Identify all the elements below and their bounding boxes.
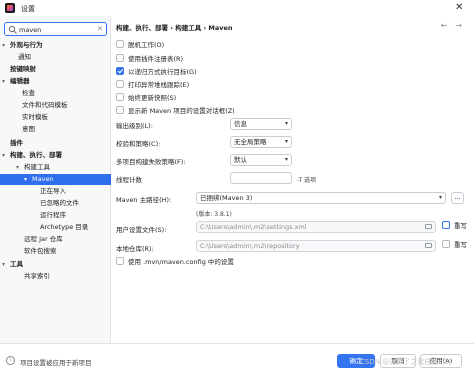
clear-search-icon[interactable]: ✕ <box>97 25 103 33</box>
checkbox[interactable] <box>116 40 124 48</box>
checkbox-print-stack-trace[interactable]: 打印异常堆栈跟踪(E) <box>116 80 189 90</box>
checkbox-checked[interactable] <box>116 67 124 75</box>
thread-count-input[interactable] <box>230 172 292 184</box>
tree-item-inspections[interactable]: 检查 <box>22 88 110 99</box>
chevron-down-icon: ▾ <box>284 120 288 127</box>
chevron-down-icon: ▾ <box>284 156 288 163</box>
browse-maven-home-button[interactable]: ... <box>451 192 464 204</box>
tree-item-editor[interactable]: ▾ 编辑器 <box>2 76 110 87</box>
checkbox[interactable] <box>442 240 450 248</box>
checkbox[interactable] <box>116 106 124 114</box>
chevron-down-icon: ▾ <box>438 194 442 201</box>
checkbox-always-update-snapshots[interactable]: 始终更新快照(S) <box>116 93 176 103</box>
tree-item-live-templates[interactable]: 实时模板 <box>22 112 110 123</box>
tree-item-file-templates[interactable]: 文件和代码模板 <box>22 100 110 111</box>
user-settings-override[interactable]: 重写 <box>442 221 467 231</box>
checkbox[interactable] <box>116 93 124 101</box>
output-level-label: 输出级别(L): <box>116 122 153 130</box>
search-value: maven <box>19 26 42 34</box>
maven-version-label: (版本: 3.8.1) <box>196 211 232 218</box>
maven-home-label: Maven 主路径(H): <box>116 196 172 204</box>
checkbox-plugin-registry[interactable]: 使用插件注册表(R) <box>116 54 183 64</box>
watermark: CSDN @这样了之我自夏行时 <box>360 358 453 366</box>
tree-item-notifications[interactable]: 通知 <box>18 52 110 63</box>
tree-item-tools[interactable]: ▾ 工具 <box>2 259 110 270</box>
back-arrow-icon[interactable]: ← <box>441 21 448 30</box>
tree-item-appearance[interactable]: ▾ 外观与行为 <box>2 40 110 51</box>
footer-hint[interactable]: 项目设置被应用于新项目 <box>20 357 92 367</box>
checksum-policy-select[interactable]: 无全局策略 ▾ <box>230 136 292 148</box>
checksum-policy-label: 校验和策略(C): <box>116 140 161 148</box>
nav-arrows: ← → <box>433 21 462 30</box>
tree-item-build-tools[interactable]: ▾ 构建工具 <box>16 162 110 173</box>
tree-item-plugins[interactable]: 插件 <box>10 138 110 149</box>
title-bar: 设置 ✕ <box>0 0 474 16</box>
tree-item-importing[interactable]: 正在导入 <box>40 186 110 197</box>
tree-item-maven[interactable]: ▾ Maven <box>0 174 111 185</box>
intellij-app-icon <box>5 3 15 13</box>
tree-item-archetype-catalogs[interactable]: Archetype 目录 <box>40 222 110 233</box>
maven-settings-panel: 构建、执行、部署 › 构建工具 › Maven ← → 脱机工作(O) 使用插件注… <box>112 16 474 343</box>
folder-icon[interactable] <box>425 224 432 229</box>
tree-item-package-search[interactable]: 软件包搜索 <box>24 246 110 257</box>
tree-item-ignored-files[interactable]: 已忽略的文件 <box>40 198 110 209</box>
forward-arrow-icon[interactable]: → <box>455 21 462 30</box>
search-icon <box>8 25 17 34</box>
tree-item-shared-indexes[interactable]: 共享索引 <box>24 271 110 282</box>
window-title: 设置 <box>21 5 35 13</box>
local-repo-override[interactable]: 重写 <box>442 240 467 250</box>
multiproject-policy-select[interactable]: 默认 ▾ <box>230 154 292 166</box>
close-icon[interactable]: ✕ <box>455 2 463 13</box>
checkbox[interactable] <box>442 221 450 229</box>
tree-item-runner[interactable]: 运行程序 <box>40 210 110 221</box>
user-settings-path[interactable]: C:\Users\admin\.m2\settings.xml <box>196 221 436 233</box>
local-repo-path[interactable]: C:\Users\admin\.m2\repository <box>196 240 436 252</box>
thread-count-label: 线程计数 <box>116 176 142 184</box>
user-settings-label: 用户设置文件(S): <box>116 226 167 234</box>
tree-item-intentions[interactable]: 意图 <box>22 124 110 135</box>
tree-item-keymap[interactable]: 按键映射 <box>10 64 110 75</box>
checkbox[interactable] <box>116 257 124 265</box>
thread-count-hint: -T 选项 <box>297 177 317 184</box>
checkbox-use-mvn-config[interactable]: 使用 .mvn/maven.config 中的设置 <box>116 257 234 267</box>
folder-icon[interactable] <box>425 243 432 248</box>
local-repo-label: 本地仓库(R): <box>116 245 154 253</box>
checkbox-work-offline[interactable]: 脱机工作(O) <box>116 40 164 50</box>
search-input[interactable]: maven ✕ <box>4 22 107 36</box>
chevron-down-icon: ▾ <box>284 138 288 145</box>
maven-home-select[interactable]: 已捆绑(Maven 3) ▾ <box>196 192 446 204</box>
output-level-select[interactable]: 信息 ▾ <box>230 118 292 130</box>
breadcrumb: 构建、执行、部署 › 构建工具 › Maven <box>116 24 233 32</box>
tree-item-remote-jar-repos[interactable]: 远程 Jar 仓库 <box>24 234 110 245</box>
info-icon: i <box>6 356 15 365</box>
checkbox-recursive-goals[interactable]: 以递归方式执行目标(G) <box>116 67 197 77</box>
checkbox[interactable] <box>116 54 124 62</box>
tree-item-build-execution-deployment[interactable]: ▾ 构建、执行、部署 <box>2 150 110 161</box>
checkbox-show-settings-dialog[interactable]: 显示新 Maven 项目的设置对话框(Z) <box>116 106 235 116</box>
settings-sidebar: maven ✕ ▾ 外观与行为 通知 按键映射 ▾ 编辑器 检查 文件和代码模板 实… <box>0 16 111 343</box>
checkbox[interactable] <box>116 80 124 88</box>
multiproject-policy-label: 多项目构建失败策略(F): <box>116 158 186 166</box>
